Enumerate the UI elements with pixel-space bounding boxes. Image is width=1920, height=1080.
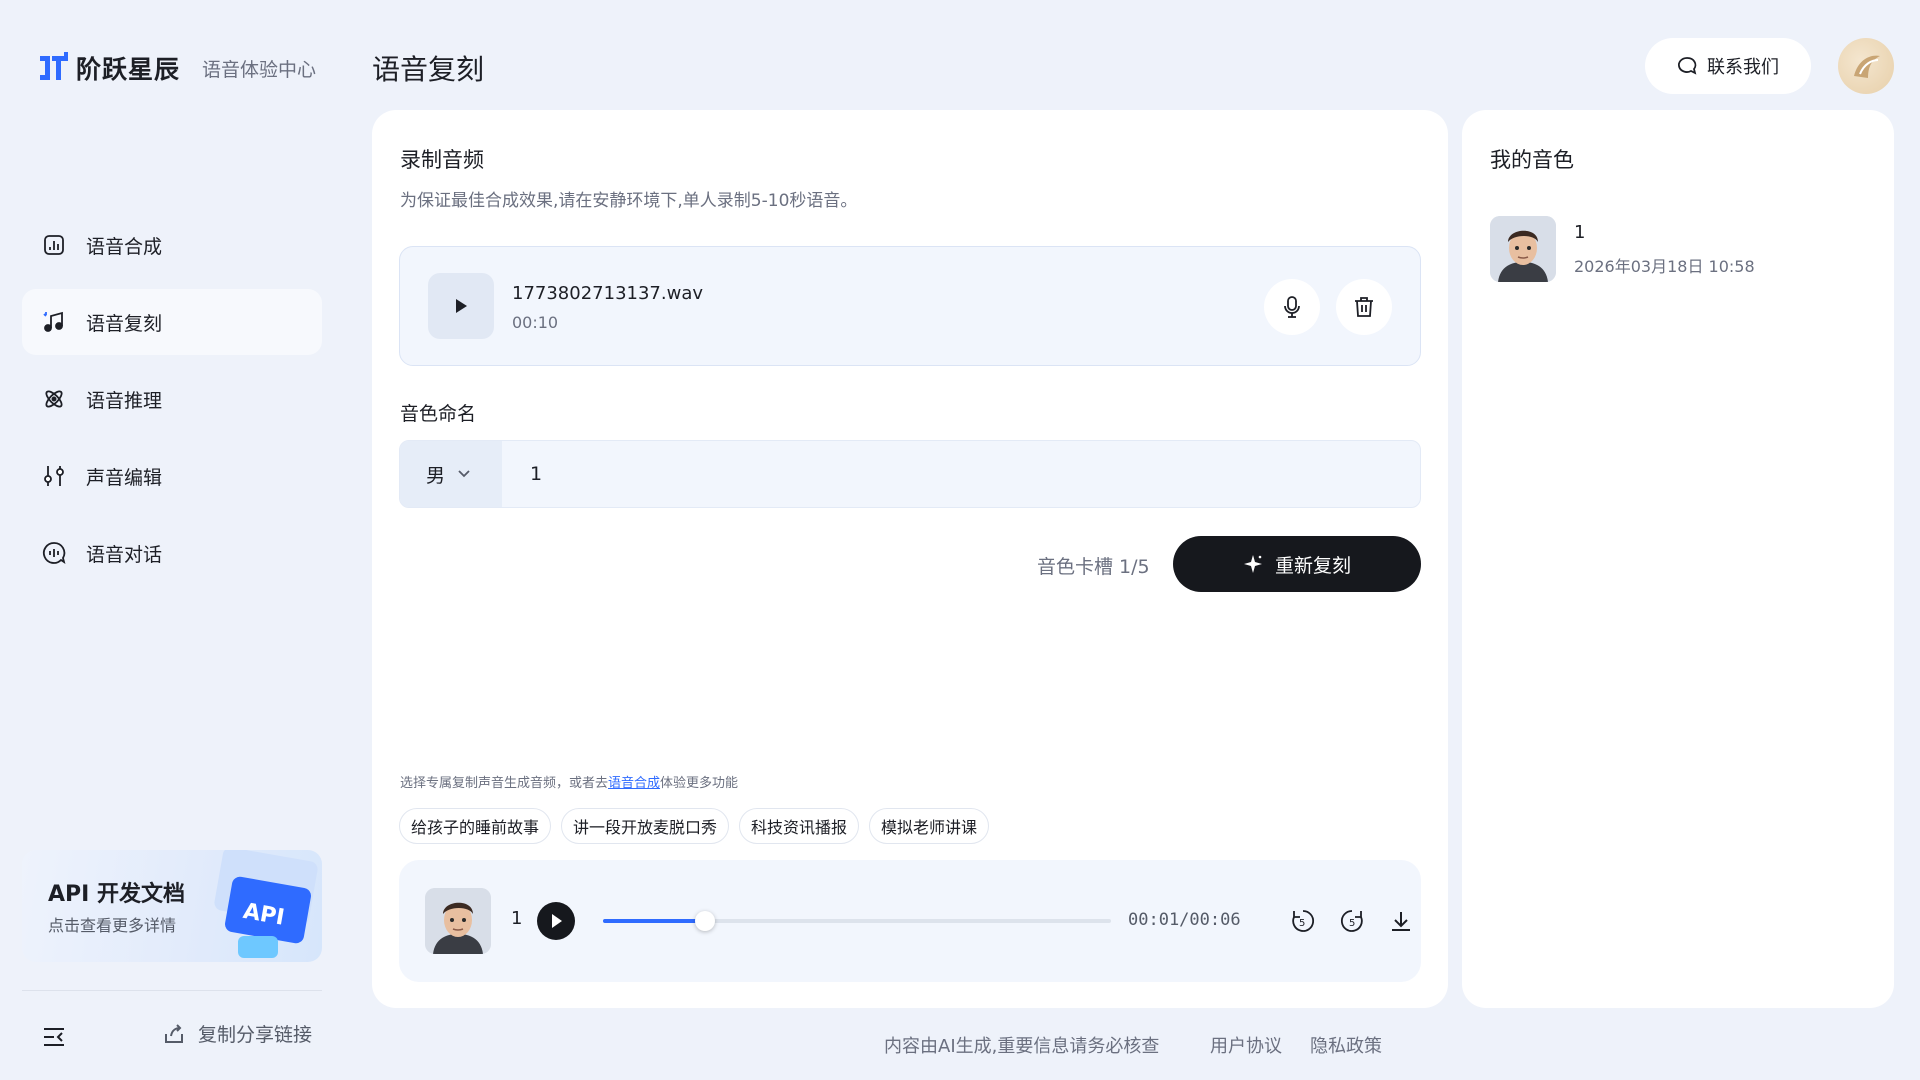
share-icon: [165, 1023, 183, 1043]
voice-name-row: 男: [399, 440, 1421, 508]
sidebar-item-voice-clone[interactable]: 语音复刻: [22, 289, 322, 355]
voice-avatar: [1490, 216, 1556, 282]
gender-value: 男: [426, 464, 446, 487]
brand-name: 阶跃星辰: [76, 55, 181, 84]
my-voices-title: 我的音色: [1490, 148, 1574, 172]
forward-5-icon: 5: [1340, 910, 1363, 932]
speech-synthesis-link[interactable]: 语音合成: [608, 776, 660, 791]
sparkle-icon: [1243, 555, 1262, 573]
voice-chat-icon: [42, 541, 66, 565]
sidebar-nav: 语音合成 语音复刻 语音推理 声音编辑 语音对话: [22, 212, 322, 597]
suggestion-chip[interactable]: 讲一段开放麦脱口秀: [561, 808, 730, 844]
terms-link[interactable]: 用户协议: [1210, 1032, 1282, 1058]
suggestion-chip[interactable]: 给孩子的睡前故事: [399, 808, 552, 844]
privacy-link[interactable]: 隐私政策: [1310, 1032, 1382, 1058]
trash-icon: [1355, 297, 1373, 317]
sidebar-item-speech-synthesis[interactable]: 语音合成: [22, 212, 322, 278]
recorded-audio-box: 1773802713137.wav 00:10: [399, 246, 1421, 366]
svg-text:5: 5: [1299, 918, 1305, 929]
voice-name-label: 音色命名: [400, 403, 477, 425]
sidebar: 阶跃星辰 语音体验中心 语音合成 语音复刻 语音推理 声音编辑 语音对话 API…: [0, 0, 340, 1080]
progress-slider[interactable]: [603, 911, 1111, 931]
sidebar-item-voice-chat[interactable]: 语音对话: [22, 520, 322, 586]
gender-select[interactable]: 男: [400, 441, 502, 507]
speech-synthesis-icon: [42, 233, 66, 257]
contact-us-button[interactable]: 联系我们: [1645, 38, 1811, 94]
rewind-5-icon: 5: [1292, 910, 1315, 932]
voice-info: 1 2026年03月18日 10:58: [1574, 216, 1755, 282]
sidebar-item-label: 语音合成: [86, 235, 163, 258]
voice-date: 2026年03月18日 10:58: [1574, 257, 1755, 276]
player-play-button[interactable]: [537, 902, 575, 940]
api-docs-illustration-icon: API: [214, 850, 318, 958]
user-avatar-icon: [1854, 55, 1880, 78]
page-title: 语音复刻: [372, 53, 485, 86]
sidebar-item-label: 语音复刻: [86, 312, 163, 335]
download-button[interactable]: [1387, 907, 1415, 935]
svg-text:5: 5: [1349, 918, 1355, 929]
sidebar-item-sound-edit[interactable]: 声音编辑: [22, 443, 322, 509]
voice-list-item[interactable]: 1 2026年03月18日 10:58: [1490, 216, 1755, 282]
player-time: 00:01/00:06: [1128, 910, 1241, 930]
audio-file-name: 1773802713137.wav: [512, 283, 704, 304]
audio-player: 1 00:01/00:06 5 5: [399, 860, 1421, 982]
forward-5-button[interactable]: 5: [1338, 907, 1366, 935]
hint-suffix: 体验更多功能: [660, 776, 739, 791]
sidebar-item-label: 语音对话: [86, 543, 163, 566]
sliders-icon: [42, 464, 66, 488]
record-audio-title: 录制音频: [400, 148, 484, 172]
chevron-down-icon: [458, 470, 470, 478]
suggestion-chip[interactable]: 模拟老师讲课: [869, 808, 990, 844]
atom-icon: [42, 387, 66, 411]
brand[interactable]: 阶跃星辰 语音体验中心: [38, 50, 316, 86]
voice-slot-count: 音色卡槽 1/5: [1037, 556, 1150, 578]
sidebar-divider: [22, 990, 322, 991]
my-voices-card: 我的音色 1 2026年03月18日 10:58: [1462, 110, 1894, 1008]
suggestion-hint: 选择专属复制声音生成音频，或者去语音合成体验更多功能: [400, 772, 738, 791]
api-docs-title: API 开发文档: [48, 882, 185, 907]
main-card: 录制音频 为保证最佳合成效果,请在安静环境下,单人录制5-10秒语音。 1773…: [372, 110, 1448, 1008]
progress-fill: [603, 919, 705, 923]
copy-share-link-button[interactable]: 复制分享链接: [162, 1020, 312, 1047]
reclone-button[interactable]: 重新复刻: [1173, 536, 1421, 592]
play-icon: [552, 914, 562, 928]
audio-duration: 00:10: [512, 313, 559, 332]
api-docs-subtitle: 点击查看更多详情: [48, 916, 177, 935]
share-link-label: 复制分享链接: [198, 1024, 313, 1046]
music-note-icon: [42, 310, 66, 334]
microphone-icon: [1284, 296, 1300, 318]
brand-logo-icon: [40, 52, 68, 80]
sidebar-item-label: 声音编辑: [86, 466, 163, 489]
suggestion-chip[interactable]: 科技资讯播报: [739, 808, 860, 844]
brand-subtitle: 语音体验中心: [202, 58, 317, 81]
rewind-5-button[interactable]: 5: [1289, 907, 1317, 935]
audio-play-button[interactable]: [428, 273, 494, 339]
collapse-sidebar-icon[interactable]: [42, 1024, 68, 1050]
chat-bubble-icon: [1678, 57, 1697, 75]
sidebar-item-label: 语音推理: [86, 389, 163, 412]
voice-avatar-icon: [1490, 216, 1556, 282]
download-icon: [1392, 912, 1410, 931]
ai-disclaimer: 内容由AI生成,重要信息请务必核查: [884, 1036, 1160, 1057]
voice-avatar-icon: [425, 888, 491, 954]
suggestion-chips: 给孩子的睡前故事 讲一段开放麦脱口秀 科技资讯播报 模拟老师讲课: [399, 808, 999, 844]
play-icon: [456, 299, 467, 313]
api-docs-card[interactable]: API 开发文档 点击查看更多详情 API: [22, 850, 322, 962]
voice-avatar: [425, 888, 491, 954]
progress-knob[interactable]: [694, 911, 715, 931]
record-audio-description: 为保证最佳合成效果,请在安静环境下,单人录制5-10秒语音。: [400, 191, 858, 211]
contact-us-label: 联系我们: [1707, 57, 1779, 78]
re-record-button[interactable]: [1264, 279, 1320, 335]
user-avatar[interactable]: [1838, 38, 1894, 94]
voice-name-input[interactable]: [502, 441, 1420, 507]
reclone-label: 重新复刻: [1274, 554, 1351, 577]
voice-name: 1: [1574, 222, 1586, 243]
player-voice-name: 1: [511, 908, 523, 929]
sidebar-item-voice-reasoning[interactable]: 语音推理: [22, 366, 322, 432]
delete-audio-button[interactable]: [1336, 279, 1392, 335]
hint-prefix: 选择专属复制声音生成音频，或者去: [400, 776, 609, 791]
